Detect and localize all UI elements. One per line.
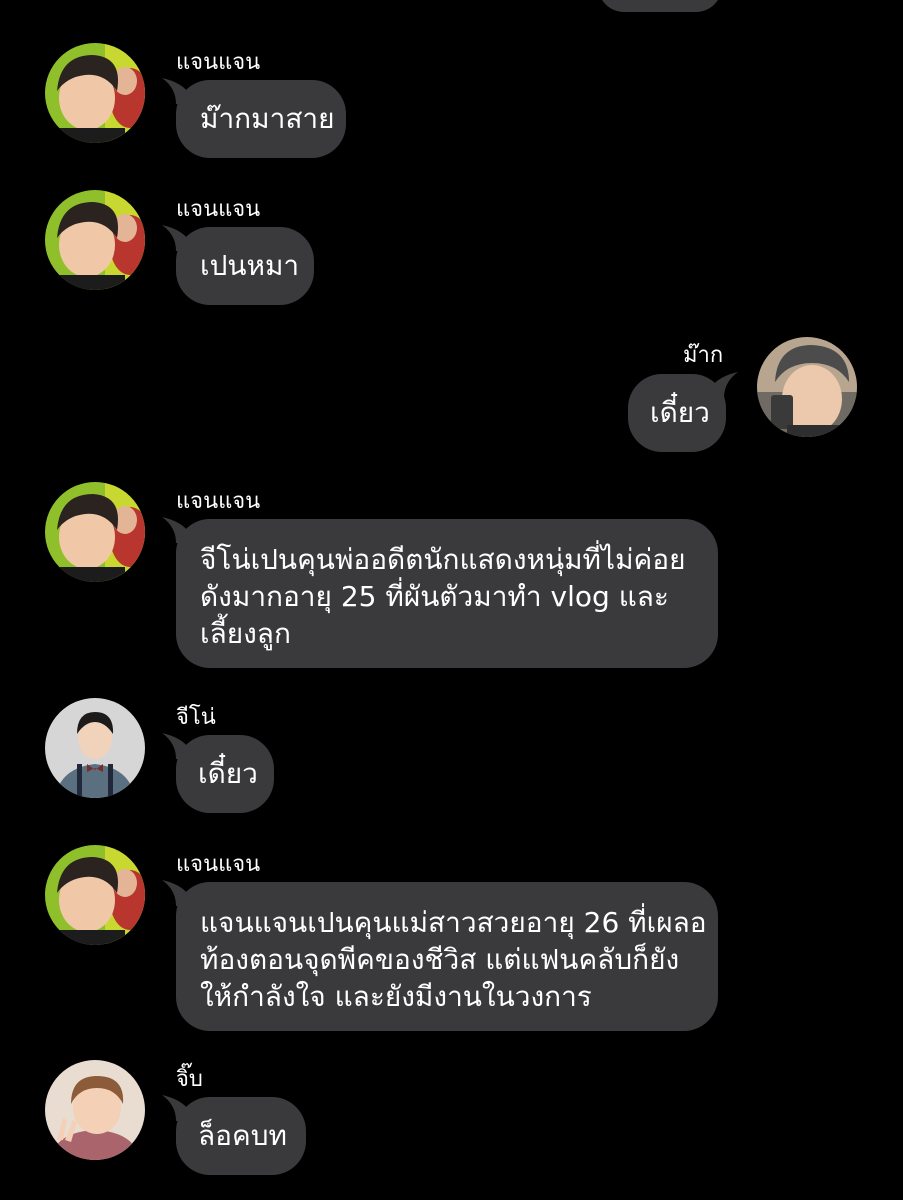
avatar-janjan[interactable] [45, 845, 145, 945]
avatar-janjan[interactable] [45, 43, 145, 143]
avatar-gino[interactable] [45, 698, 145, 798]
sender-name: แจนแจน [176, 197, 261, 222]
message-text-line: ท้องตอนจุดพีคของชีวิส แต่แฟนคลับก็ยัง [200, 943, 680, 976]
sender-name: แจนแจน [176, 489, 261, 514]
avatar-janjan[interactable] [45, 482, 145, 582]
message-text: ม๊ากมาสาย [200, 102, 335, 135]
sender-name: จีโน่ [176, 705, 216, 730]
message-bubble[interactable]: ม๊ากมาสาย [176, 80, 346, 158]
sender-name: จิ๊บ [176, 1067, 203, 1092]
sender-name: ม๊าก [683, 343, 724, 368]
chat-screen: { "messages": [ {"sender": "", "lines": … [0, 0, 903, 1200]
message-bubble[interactable]: แจนแจนเปนคุนแม่สาวสวยอายุ 26 ที่เผลอ ท้อ… [176, 882, 718, 1031]
message-text-line: ดังมากอายุ 25 ที่ผันตัวมาทำ vlog และ [200, 580, 669, 613]
message-text: เดี๋ยว [198, 757, 258, 790]
avatar-jib[interactable] [45, 1060, 145, 1160]
message-text: ล็อคบท [198, 1119, 287, 1152]
message-text-line: แจนแจนเปนคุนแม่สาวสวยอายุ 26 ที่เผลอ [200, 906, 707, 939]
message-text: เดี๋ยว [650, 396, 710, 429]
message-text-line: เลี้ยงลูก [200, 617, 291, 650]
message-bubble-partial[interactable] [598, 0, 722, 12]
avatar-janjan[interactable] [45, 190, 145, 290]
message-text-line: จีโน่เปนคุนพ่ออดีตนักแสดงหนุ่มที่ไม่ค่อย [200, 543, 686, 576]
message-bubble[interactable]: ล็อคบท [176, 1097, 306, 1175]
message-text: เปนหมา [200, 249, 300, 282]
message-bubble[interactable]: เดี๋ยว [176, 735, 274, 813]
sender-name: แจนแจน [176, 50, 261, 75]
sender-name: แจนแจน [176, 852, 261, 877]
message-bubble[interactable]: เดี๋ยว [628, 374, 726, 452]
message-text-line: ให้กำลังใจ และยังมีงานในวงการ [200, 980, 592, 1013]
avatar-mark[interactable] [757, 337, 857, 437]
message-bubble[interactable]: จีโน่เปนคุนพ่ออดีตนักแสดงหนุ่มที่ไม่ค่อย… [176, 519, 718, 668]
message-bubble[interactable]: เปนหมา [176, 227, 314, 305]
